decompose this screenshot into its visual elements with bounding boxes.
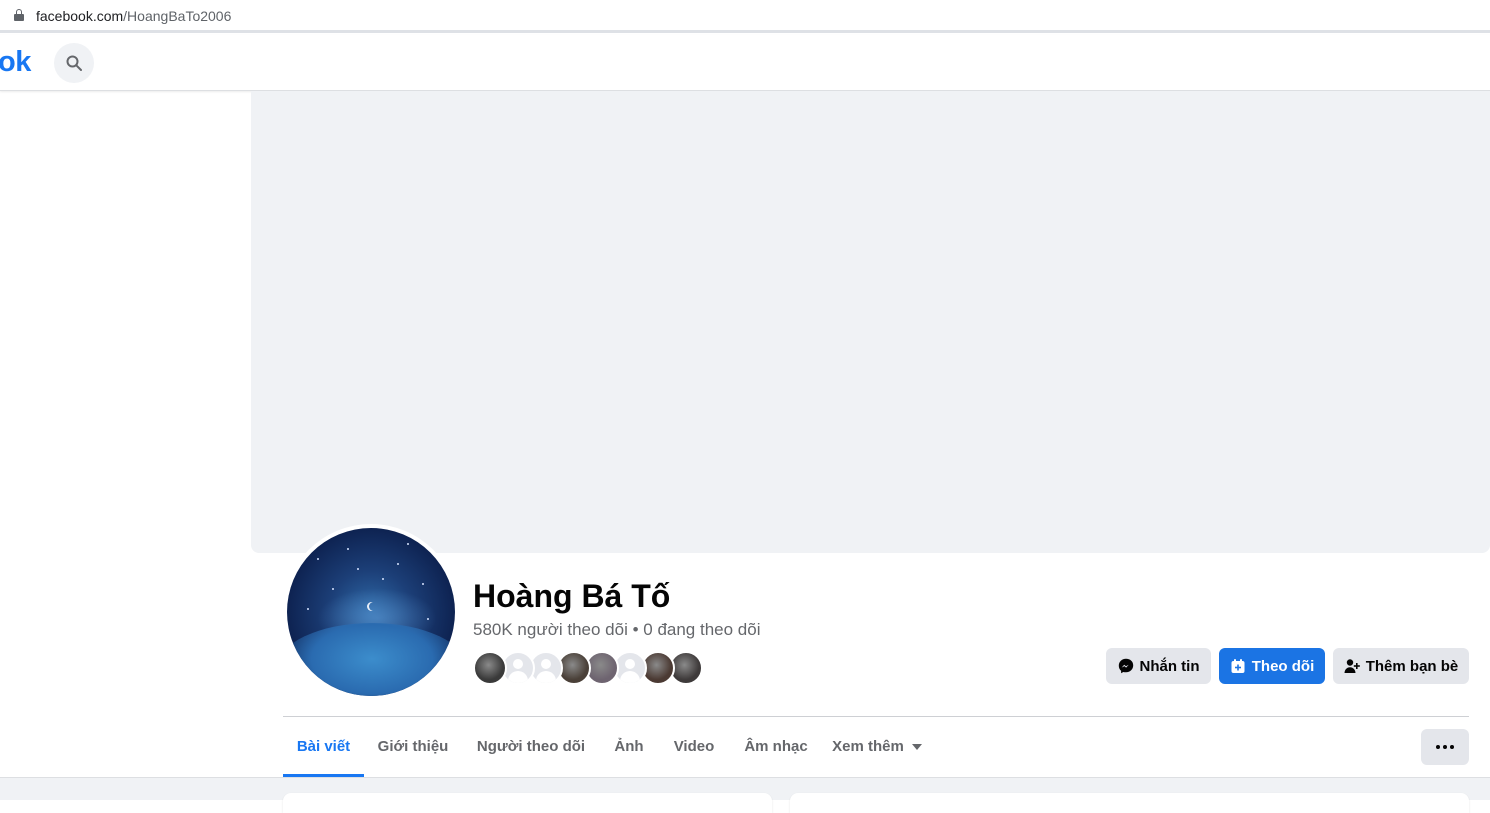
tab-videos[interactable]: Video (659, 717, 729, 777)
profile-name: Hoàng Bá Tố (473, 578, 671, 614)
ellipsis-icon (1436, 745, 1440, 749)
tab-posts[interactable]: Bài viết (283, 717, 364, 777)
followers-count-link[interactable]: 580K người theo dõi (473, 620, 628, 639)
tab-photos[interactable]: Ảnh (599, 717, 659, 777)
url-text[interactable]: facebook.com/HoangBaTo2006 (36, 8, 231, 24)
tab-followers[interactable]: Người theo dõi (463, 717, 599, 777)
search-icon (66, 55, 82, 71)
messenger-icon (1118, 658, 1133, 674)
tab-followers-label: Người theo dõi (476, 738, 586, 755)
lock-icon[interactable] (14, 9, 24, 21)
cover-photo[interactable] (251, 91, 1490, 553)
add-friend-button[interactable]: Thêm bạn bè (1333, 648, 1469, 684)
top-navigation-bar: ok (0, 35, 1490, 91)
tab-photos-label: Ảnh (614, 738, 644, 755)
tab-about[interactable]: Giới thiệu (364, 717, 462, 777)
search-button[interactable] (54, 43, 94, 83)
intro-card (283, 793, 772, 813)
browser-address-bar[interactable]: facebook.com/HoangBaTo2006 (0, 0, 1490, 33)
add-friend-icon (1344, 659, 1360, 673)
posts-card (790, 793, 1469, 813)
profile-stats: 580K người theo dõi • 0 đang theo dõi (473, 620, 760, 640)
add-friend-button-label: Thêm bạn bè (1365, 657, 1459, 675)
facebook-logo[interactable]: ok (0, 46, 31, 79)
url-path: /HoangBaTo2006 (123, 8, 232, 24)
avatar-image (287, 528, 455, 696)
follow-icon (1231, 659, 1245, 673)
tab-about-label: Giới thiệu (377, 738, 449, 755)
message-button[interactable]: Nhắn tin (1106, 648, 1211, 684)
message-button-label: Nhắn tin (1139, 657, 1200, 675)
follow-button[interactable]: Theo dõi (1219, 648, 1325, 684)
tab-posts-label: Bài viết (296, 738, 351, 755)
following-count-link[interactable]: 0 đang theo dõi (643, 620, 760, 639)
tab-music[interactable]: Âm nhạc (730, 717, 822, 777)
follower-avatar[interactable] (473, 651, 507, 685)
tab-see-more[interactable]: Xem thêm (822, 717, 932, 777)
stats-separator: • (627, 620, 644, 639)
profile-avatar[interactable] (283, 524, 459, 700)
tab-videos-label: Video (673, 738, 715, 755)
url-host: facebook.com (36, 8, 124, 24)
follow-button-label: Theo dõi (1251, 657, 1315, 675)
tab-music-label: Âm nhạc (744, 738, 808, 755)
tab-see-more-label: Xem thêm (832, 738, 904, 755)
moon-image-detail (369, 602, 378, 611)
caret-down-icon (911, 744, 922, 751)
more-options-button[interactable] (1421, 729, 1469, 765)
